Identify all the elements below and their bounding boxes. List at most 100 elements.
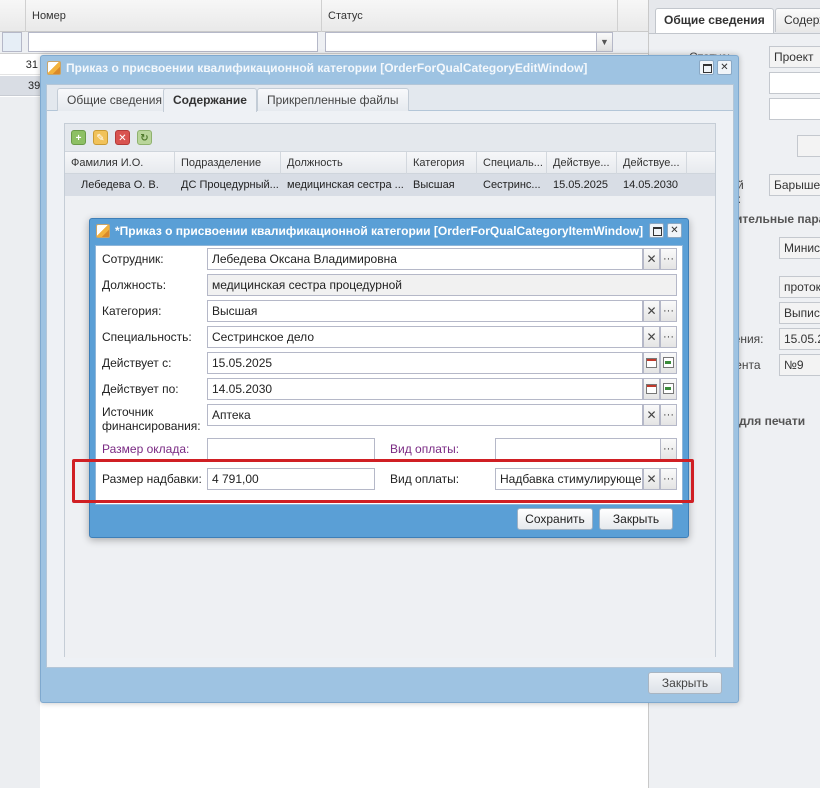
signer-field[interactable]: Барышев bbox=[769, 174, 820, 196]
status-field[interactable]: Проект bbox=[769, 46, 820, 68]
funding-label-line1: Источник bbox=[102, 405, 154, 419]
number-filter-input[interactable] bbox=[28, 32, 318, 52]
bonus-row: Размер надбавки: 4 791,00 Вид оплаты: На… bbox=[96, 467, 682, 491]
grid-col-status[interactable]: Статус bbox=[322, 0, 618, 32]
salary-row: Размер оклада: Вид оплаты: ··· bbox=[96, 437, 682, 461]
cell-position: медицинская сестра ... bbox=[287, 179, 404, 191]
bonus-field[interactable]: 4 791,00 bbox=[207, 468, 375, 490]
col-specialty[interactable]: Специаль... bbox=[477, 152, 547, 174]
tab-content[interactable]: Содержание bbox=[163, 88, 257, 112]
category-label: Категория: bbox=[102, 304, 162, 318]
col-category[interactable]: Категория bbox=[407, 152, 477, 174]
protocol-field[interactable]: протоко bbox=[779, 276, 820, 298]
window-tools bbox=[649, 223, 682, 238]
window-tools bbox=[699, 60, 732, 75]
edit-icon[interactable]: ✎ bbox=[93, 130, 108, 145]
maximize-button[interactable] bbox=[699, 60, 714, 75]
col-position[interactable]: Должность bbox=[281, 152, 407, 174]
funding-row: Источник финансирования: Аптека ✕ ··· bbox=[96, 403, 682, 435]
edit-document-icon bbox=[47, 61, 61, 75]
window-title-bar[interactable]: Приказ о присвоении квалификационной кат… bbox=[41, 56, 738, 80]
maximize-button[interactable] bbox=[649, 223, 664, 238]
grid-header: Фамилия И.О. Подразделение Должность Кат… bbox=[65, 152, 715, 174]
detail-tabs: Общие сведения Содерж bbox=[649, 0, 820, 34]
print-section-heading: для печати bbox=[739, 414, 806, 428]
detail-field[interactable] bbox=[769, 98, 820, 120]
arrow-left-icon bbox=[663, 357, 674, 368]
valid-to-field[interactable]: 14.05.2030 bbox=[207, 378, 643, 400]
clear-icon[interactable]: ✕ bbox=[643, 300, 660, 322]
delete-icon[interactable]: ✕ bbox=[115, 130, 130, 145]
close-window-button[interactable] bbox=[667, 223, 682, 238]
extract-field[interactable]: Выписк bbox=[779, 302, 820, 324]
add-icon[interactable]: + bbox=[71, 130, 86, 145]
select-more-button[interactable]: ··· bbox=[660, 248, 677, 270]
chevron-down-icon[interactable]: ▼ bbox=[596, 33, 612, 51]
select-more-button[interactable]: ··· bbox=[660, 438, 677, 460]
table-row[interactable]: Лебедева О. В. ДС Процедурный... медицин… bbox=[65, 174, 715, 196]
pay-type-field[interactable]: Надбавка стимулирующег bbox=[495, 468, 643, 490]
pay-type-label[interactable]: Вид оплаты: bbox=[390, 442, 459, 456]
grid-col-blank bbox=[0, 0, 26, 32]
detail-field[interactable] bbox=[797, 135, 820, 157]
section-params-heading: ительные пара bbox=[735, 212, 820, 226]
col-valid-from[interactable]: Действуе... bbox=[547, 152, 617, 174]
order-item-window: *Приказ о присвоении квалификационной ка… bbox=[89, 218, 689, 538]
arrow-left-icon bbox=[663, 383, 674, 394]
table-row[interactable]: 31 bbox=[0, 55, 40, 75]
ministry-field[interactable]: Минист bbox=[779, 237, 820, 259]
clear-icon[interactable]: ✕ bbox=[643, 468, 660, 490]
valid-from-field[interactable]: 15.05.2025 bbox=[207, 352, 643, 374]
tab-general[interactable]: Общие сведения bbox=[57, 88, 172, 111]
funding-field[interactable]: Аптека bbox=[207, 404, 643, 426]
today-button[interactable] bbox=[660, 352, 677, 374]
specialty-field[interactable]: Сестринское дело bbox=[207, 326, 643, 348]
pay-type-field[interactable] bbox=[495, 438, 661, 460]
funding-label-line2: финансирования: bbox=[102, 419, 201, 433]
salary-label[interactable]: Размер оклада: bbox=[102, 442, 189, 456]
refresh-icon[interactable]: ↻ bbox=[137, 130, 152, 145]
employee-row: Сотрудник: Лебедева Оксана Владимировна … bbox=[96, 247, 682, 271]
filter-clear-icon[interactable] bbox=[2, 32, 22, 52]
clear-icon[interactable]: ✕ bbox=[643, 326, 660, 348]
tab-strip: Общие сведения Содержание Прикрепленные … bbox=[47, 85, 733, 112]
calendar-button[interactable] bbox=[643, 352, 660, 374]
status-filter-select[interactable]: ▼ bbox=[325, 32, 613, 52]
valid-from-label: Действует с: bbox=[102, 356, 172, 370]
col-fio[interactable]: Фамилия И.О. bbox=[65, 152, 175, 174]
detail-field[interactable] bbox=[769, 72, 820, 94]
clear-icon[interactable]: ✕ bbox=[643, 248, 660, 270]
save-button[interactable]: Сохранить bbox=[517, 508, 593, 530]
col-department[interactable]: Подразделение bbox=[175, 152, 281, 174]
select-more-button[interactable]: ··· bbox=[660, 326, 677, 348]
close-button[interactable]: Закрыть bbox=[599, 508, 673, 530]
window-title: *Приказ о присвоении квалификационной ка… bbox=[115, 224, 644, 238]
grid-toolbar: + ✎ ✕ ↻ bbox=[65, 124, 715, 152]
col-valid-to[interactable]: Действуе... bbox=[617, 152, 687, 174]
close-window-button[interactable] bbox=[717, 60, 732, 75]
cell-category: Высшая bbox=[413, 179, 455, 191]
grid-col-number[interactable]: Номер bbox=[26, 0, 322, 32]
tab-attached-files[interactable]: Прикрепленные файлы bbox=[257, 88, 409, 111]
pay-type-label: Вид оплаты: bbox=[390, 472, 460, 486]
position-row: Должность: медицинская сестра процедурно… bbox=[96, 273, 682, 297]
clear-icon[interactable]: ✕ bbox=[643, 404, 660, 426]
salary-field[interactable] bbox=[207, 438, 375, 460]
employee-field[interactable]: Лебедева Оксана Владимировна bbox=[207, 248, 643, 270]
valid-from-row: Действует с: 15.05.2025 bbox=[96, 351, 682, 375]
select-more-button[interactable]: ··· bbox=[660, 300, 677, 322]
select-more-button[interactable]: ··· bbox=[660, 404, 677, 426]
cell-department: ДС Процедурный... bbox=[181, 179, 279, 191]
calendar-button[interactable] bbox=[643, 378, 660, 400]
close-button[interactable]: Закрыть bbox=[648, 672, 722, 694]
select-more-button[interactable]: ··· bbox=[660, 468, 677, 490]
background-grid-header: Номер Статус bbox=[0, 0, 648, 32]
tab-content[interactable]: Содерж bbox=[775, 8, 820, 32]
tab-general[interactable]: Общие сведения bbox=[655, 8, 774, 33]
grid-empty-area bbox=[0, 97, 40, 788]
window-title-bar[interactable]: *Приказ о присвоении квалификационной ка… bbox=[90, 219, 688, 243]
date-field[interactable]: 15.05.2 bbox=[779, 328, 820, 350]
doc-field[interactable]: №9 bbox=[779, 354, 820, 376]
category-field[interactable]: Высшая bbox=[207, 300, 643, 322]
today-button[interactable] bbox=[660, 378, 677, 400]
